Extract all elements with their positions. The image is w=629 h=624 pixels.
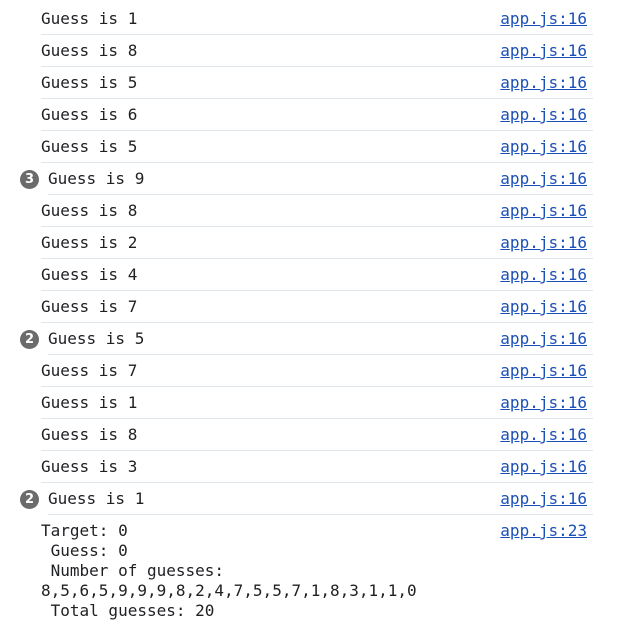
repeat-count-badge: 3 <box>20 170 39 189</box>
console-message-row: Guess is 7 app.js:16 <box>41 291 593 323</box>
source-link[interactable]: app.js:16 <box>500 9 587 29</box>
console-message-row: Guess is 1 app.js:16 <box>41 3 593 35</box>
console-message-row: Guess is 3 app.js:16 <box>41 451 593 483</box>
source-link[interactable]: app.js:16 <box>500 393 587 413</box>
console-summary-message: Target: 0 Guess: 0 Number of guesses: 8,… <box>41 515 593 621</box>
console-message-row: Guess is 7 app.js:16 <box>41 355 593 387</box>
console-message-row: Guess is 6 app.js:16 <box>41 99 593 131</box>
console-message-row: 2 Guess is 5 app.js:16 <box>20 323 593 355</box>
console-message-row: Guess is 4 app.js:16 <box>41 259 593 291</box>
console-message-text: Guess is 5 <box>41 73 138 92</box>
source-link[interactable]: app.js:16 <box>500 105 587 125</box>
console-message-text: Guess is 8 <box>41 41 138 60</box>
source-link[interactable]: app.js:16 <box>500 361 587 381</box>
source-link[interactable]: app.js:16 <box>500 169 587 189</box>
source-link[interactable]: app.js:16 <box>500 233 587 253</box>
console-message-row: 2 Guess is 1 app.js:16 <box>20 483 593 515</box>
console-message-row: Guess is 8 app.js:16 <box>41 35 593 67</box>
console-message-text: Guess is 1 <box>48 489 145 508</box>
console-message-text: Guess is 1 <box>41 9 138 28</box>
source-link[interactable]: app.js:16 <box>500 425 587 445</box>
source-link[interactable]: app.js:16 <box>500 41 587 61</box>
source-link[interactable]: app.js:16 <box>500 265 587 285</box>
console-message-row: Guess is 5 app.js:16 <box>41 67 593 99</box>
console-message-text: Guess is 1 <box>41 393 138 412</box>
source-link[interactable]: app.js:16 <box>500 73 587 93</box>
source-link[interactable]: app.js:16 <box>500 329 587 349</box>
console-message-row: Guess is 8 app.js:16 <box>41 419 593 451</box>
repeat-count-badge: 2 <box>20 330 39 349</box>
source-link[interactable]: app.js:16 <box>500 297 587 317</box>
console-message-text: Guess is 3 <box>41 457 138 476</box>
console-message-row: Guess is 8 app.js:16 <box>41 195 593 227</box>
source-link[interactable]: app.js:16 <box>500 201 587 221</box>
console-message-text: Guess is 4 <box>41 265 138 284</box>
console-message-row: 3 Guess is 9 app.js:16 <box>20 163 593 195</box>
console-message-text: Guess is 8 <box>41 201 138 220</box>
console-message-text: Guess is 7 <box>41 361 138 380</box>
console-message-text: Guess is 5 <box>48 329 145 348</box>
source-link[interactable]: app.js:16 <box>500 489 587 509</box>
console-message-text: Guess is 6 <box>41 105 138 124</box>
console-message-text: Guess is 7 <box>41 297 138 316</box>
console-message-text: Guess is 9 <box>48 169 145 188</box>
console-message-text: Guess is 2 <box>41 233 138 252</box>
repeat-count-badge: 2 <box>20 490 39 509</box>
console-message-row: Guess is 1 app.js:16 <box>41 387 593 419</box>
console-message-row: Guess is 2 app.js:16 <box>41 227 593 259</box>
source-link[interactable]: app.js:16 <box>500 457 587 477</box>
console-message-row: Guess is 5 app.js:16 <box>41 131 593 163</box>
source-link[interactable]: app.js:16 <box>500 137 587 157</box>
console-message-text: Guess is 5 <box>41 137 138 156</box>
source-link[interactable]: app.js:23 <box>500 521 587 541</box>
console-panel: Guess is 1 app.js:16 Guess is 8 app.js:16 Gu… <box>0 3 629 621</box>
console-message-text: Guess is 8 <box>41 425 138 444</box>
